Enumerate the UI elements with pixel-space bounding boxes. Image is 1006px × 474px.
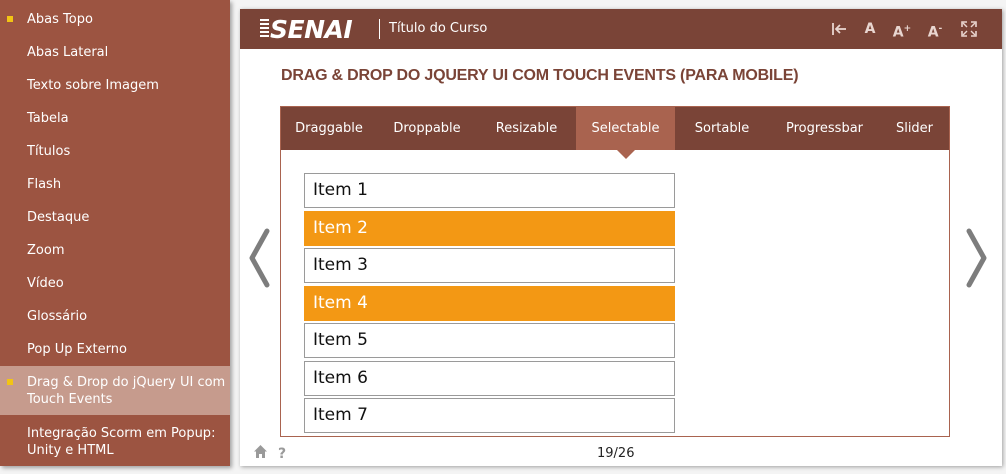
home-icon (254, 445, 267, 458)
selectable-item[interactable]: Item 7 (304, 398, 675, 433)
sidebar-item-label: Zoom (27, 243, 65, 258)
sidebar-item-glossario[interactable]: Glossário (0, 308, 230, 325)
font-default-label: A (864, 21, 876, 37)
sidebar-item-label: Abas Topo (27, 12, 93, 27)
tab-sortable[interactable]: Sortable (675, 107, 769, 150)
selectable-item[interactable]: Item 3 (304, 248, 675, 283)
font-decrease-button[interactable]: A- (924, 17, 946, 41)
font-decrease-label: A (927, 24, 939, 41)
font-increase-button[interactable]: A+ (891, 17, 913, 41)
logo-text: SENAI (270, 14, 353, 44)
plus-icon: + (903, 24, 912, 34)
sidebar-item-destaque[interactable]: Destaque (0, 209, 230, 226)
tab-slider[interactable]: Slider (880, 107, 949, 150)
sidebar-item-abas-lateral[interactable]: Abas Lateral (0, 44, 230, 61)
senai-logo: SENAI (260, 14, 353, 44)
tabs-container: Draggable Droppable Resizable Selectable… (280, 106, 950, 437)
sidebar-item-label: Integração Scorm em Popup: Unity e HTML (27, 426, 216, 458)
page-title: DRAG & DROP DO JQUERY UI COM TOUCH EVENT… (281, 67, 799, 84)
sidebar-item-label: Títulos (27, 144, 71, 159)
fullscreen-button[interactable] (958, 17, 980, 41)
font-default-button[interactable]: A (859, 17, 881, 41)
selectable-item[interactable]: Item 6 (304, 361, 675, 396)
sidebar-item-label: Vídeo (27, 276, 64, 291)
home-button[interactable] (253, 444, 268, 463)
sidebar-item-label: Destaque (27, 210, 90, 225)
content-panel: SENAI Título do Curso A A+ A- DRAG & DRO… (240, 9, 1002, 466)
tab-selectable[interactable]: Selectable (576, 107, 675, 159)
header-divider (379, 19, 380, 39)
logo-lines-icon (260, 19, 269, 39)
page-counter: 19/26 (597, 446, 635, 461)
selectable-item[interactable]: Item 5 (304, 323, 675, 358)
sidebar-item-label: Glossário (27, 309, 88, 324)
next-page-button[interactable] (965, 228, 989, 288)
tab-resizable[interactable]: Resizable (477, 107, 576, 150)
font-increase-label: A (892, 24, 904, 41)
fullscreen-icon (961, 21, 977, 37)
minus-icon: - (938, 24, 943, 34)
sidebar-item-integracao-scorm[interactable]: Integração Scorm em Popup: Unity e HTML (0, 425, 230, 459)
sidebar-item-zoom[interactable]: Zoom (0, 242, 230, 259)
sidebar-item-pop-up-externo[interactable]: Pop Up Externo (0, 341, 230, 358)
tab-droppable[interactable]: Droppable (377, 107, 477, 150)
sidebar-nav: Abas Topo Abas Lateral Texto sobre Image… (0, 0, 230, 466)
header-bar: SENAI Título do Curso A A+ A- (240, 9, 1002, 49)
selectable-item[interactable]: Item 2 (304, 211, 675, 246)
tab-progressbar[interactable]: Progressbar (769, 107, 880, 150)
bullet-icon (7, 16, 13, 22)
bullet-icon (7, 379, 13, 385)
first-page-button[interactable] (828, 17, 850, 41)
sidebar-item-tabela[interactable]: Tabela (0, 110, 230, 127)
help-button[interactable]: ? (278, 446, 286, 462)
tab-draggable[interactable]: Draggable (281, 107, 377, 150)
sidebar-item-label: Pop Up Externo (27, 342, 127, 357)
chevron-left-icon (249, 228, 270, 288)
sidebar-item-abas-topo[interactable]: Abas Topo (0, 11, 230, 28)
sidebar-item-label: Tabela (27, 111, 69, 126)
sidebar-item-video[interactable]: Vídeo (0, 275, 230, 292)
sidebar-item-titulos[interactable]: Títulos (0, 143, 230, 160)
selectable-item[interactable]: Item 1 (304, 173, 675, 208)
sidebar-item-label: Texto sobre Imagem (27, 78, 159, 93)
tab-bar: Draggable Droppable Resizable Selectable… (281, 107, 949, 159)
sidebar-item-drag-drop[interactable]: Drag & Drop do jQuery UI com Touch Event… (0, 366, 230, 415)
chevron-right-icon (966, 228, 987, 288)
selectable-item[interactable]: Item 4 (304, 286, 675, 321)
sidebar-item-flash[interactable]: Flash (0, 176, 230, 193)
previous-page-button[interactable] (247, 228, 271, 288)
sidebar-item-texto-sobre-imagem[interactable]: Texto sobre Imagem (0, 77, 230, 94)
sidebar-item-label: Abas Lateral (27, 45, 109, 60)
sidebar-item-label: Flash (27, 177, 62, 192)
sidebar-item-label: Drag & Drop do jQuery UI com Touch Event… (27, 375, 226, 407)
first-page-icon (832, 23, 846, 35)
course-title: Título do Curso (389, 21, 488, 36)
